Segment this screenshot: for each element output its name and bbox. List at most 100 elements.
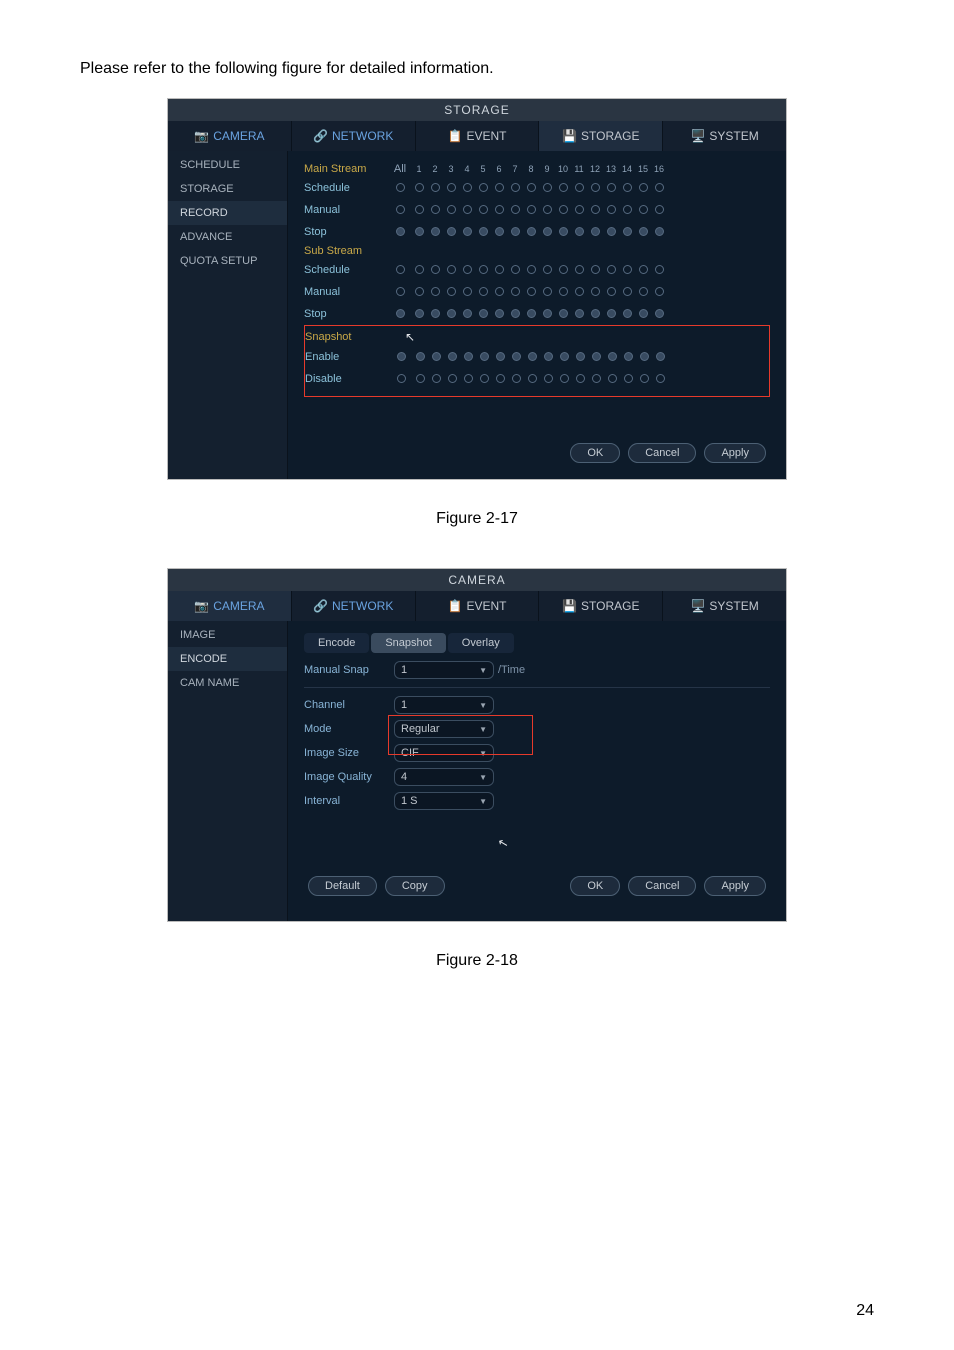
apply-button[interactable]: Apply [704,876,766,896]
radio-cell[interactable] [525,348,539,366]
radio-cell[interactable] [620,201,634,219]
radio-cell[interactable] [636,305,650,323]
radio-cell[interactable] [573,370,587,388]
radio-cell[interactable] [636,261,650,279]
radio-cell[interactable] [540,179,554,197]
radio-cell[interactable] [636,283,650,301]
radio-cell[interactable] [604,201,618,219]
radio-cell[interactable] [412,283,426,301]
radio-cell[interactable] [476,261,490,279]
radio-cell[interactable] [476,283,490,301]
inner-tab-encode[interactable]: Encode [304,633,369,653]
radio-cell[interactable] [556,223,570,241]
radio-cell[interactable] [508,201,522,219]
image-size-select[interactable]: CIF▼ [394,744,494,762]
radio-cell[interactable] [445,348,459,366]
radio-cell[interactable] [588,305,602,323]
radio-cell[interactable] [620,223,634,241]
sidebar-item[interactable]: STORAGE [168,177,287,201]
radio-cell[interactable] [572,179,586,197]
radio-cell[interactable] [605,348,619,366]
radio-cell[interactable] [476,223,490,241]
radio-cell[interactable] [588,261,602,279]
radio-cell[interactable] [508,305,522,323]
radio-cell[interactable] [460,305,474,323]
radio-cell[interactable] [460,261,474,279]
ok-button[interactable]: OK [570,876,620,896]
radio-cell[interactable] [460,223,474,241]
sidebar-item[interactable]: ENCODE [168,647,287,671]
radio-cell[interactable] [588,179,602,197]
radio-cell[interactable] [556,283,570,301]
apply-button[interactable]: Apply [704,443,766,463]
radio-cell[interactable] [572,261,586,279]
radio-cell[interactable] [652,261,666,279]
radio-cell[interactable] [540,261,554,279]
radio-cell[interactable] [492,223,506,241]
radio-cell[interactable] [460,179,474,197]
radio-cell[interactable] [461,348,475,366]
radio-cell[interactable] [524,201,538,219]
radio-cell[interactable] [524,283,538,301]
radio-cell[interactable] [508,283,522,301]
radio-all[interactable] [388,201,412,219]
radio-cell[interactable] [541,348,555,366]
radio-cell[interactable] [444,261,458,279]
radio-cell[interactable] [444,283,458,301]
tab-system[interactable]: 🖥️ SYSTEM [663,121,786,151]
radio-cell[interactable] [428,261,442,279]
radio-cell[interactable] [444,305,458,323]
radio-cell[interactable] [637,370,651,388]
radio-cell[interactable] [621,370,635,388]
radio-cell[interactable] [524,261,538,279]
radio-cell[interactable] [444,201,458,219]
sidebar-item[interactable]: QUOTA SETUP [168,249,287,273]
radio-all[interactable] [388,179,412,197]
radio-cell[interactable] [556,261,570,279]
radio-cell[interactable] [588,283,602,301]
radio-cell[interactable] [604,179,618,197]
radio-cell[interactable] [653,348,667,366]
interval-select[interactable]: 1 S▼ [394,792,494,810]
radio-cell[interactable] [540,201,554,219]
radio-all[interactable] [388,261,412,279]
radio-cell[interactable] [604,261,618,279]
radio-cell[interactable] [429,370,443,388]
radio-cell[interactable] [444,223,458,241]
radio-cell[interactable] [428,223,442,241]
radio-cell[interactable] [492,201,506,219]
radio-cell[interactable] [652,223,666,241]
radio-cell[interactable] [556,179,570,197]
radio-cell[interactable] [588,223,602,241]
radio-cell[interactable] [540,223,554,241]
radio-cell[interactable] [541,370,555,388]
sidebar-item[interactable]: SCHEDULE [168,153,287,177]
radio-cell[interactable] [652,305,666,323]
radio-cell[interactable] [620,305,634,323]
radio-cell[interactable] [476,305,490,323]
tab-network[interactable]: 🔗 NETWORK [292,591,416,621]
radio-cell[interactable] [572,283,586,301]
radio-cell[interactable] [509,348,523,366]
radio-cell[interactable] [621,348,635,366]
radio-cell[interactable] [445,370,459,388]
sidebar-item[interactable]: CAM NAME [168,671,287,695]
radio-cell[interactable] [589,348,603,366]
radio-cell[interactable] [477,370,491,388]
radio-cell[interactable] [492,179,506,197]
radio-all[interactable] [388,305,412,323]
radio-cell[interactable] [492,283,506,301]
radio-cell[interactable] [620,179,634,197]
radio-cell[interactable] [589,370,603,388]
radio-cell[interactable] [412,201,426,219]
radio-cell[interactable] [461,370,475,388]
radio-cell[interactable] [460,201,474,219]
radio-cell[interactable] [524,305,538,323]
sidebar-item[interactable]: IMAGE [168,623,287,647]
copy-button[interactable]: Copy [385,876,445,896]
radio-cell[interactable] [428,179,442,197]
radio-cell[interactable] [604,305,618,323]
tab-camera[interactable]: 📷 CAMERA [168,121,292,151]
radio-cell[interactable] [604,283,618,301]
radio-cell[interactable] [413,348,427,366]
